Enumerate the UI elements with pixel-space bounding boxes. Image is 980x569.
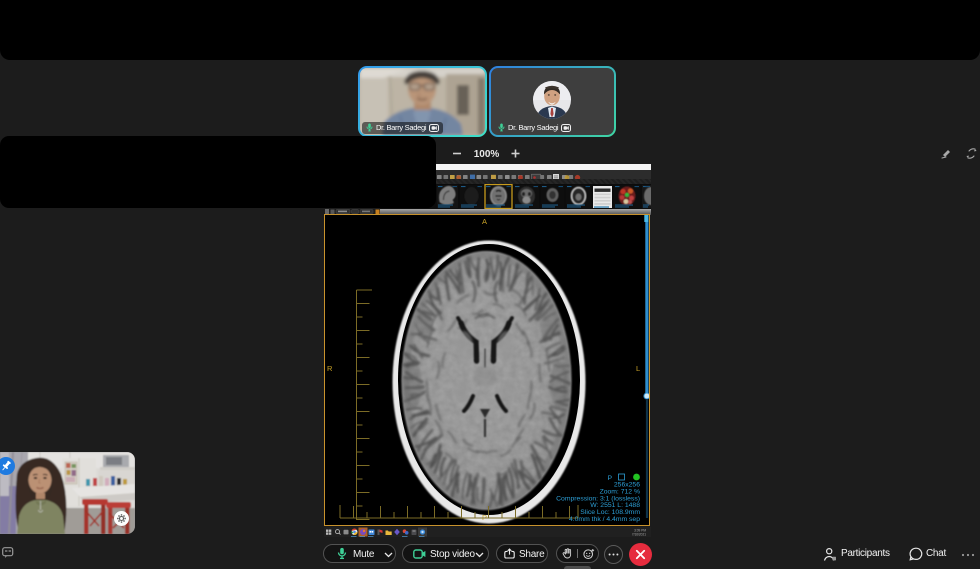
svg-text:L: L xyxy=(636,364,640,373)
svg-text:7/16/2021: 7/16/2021 xyxy=(632,532,646,536)
svg-text:P: P xyxy=(607,475,612,482)
svg-text:100%: 100% xyxy=(474,149,500,160)
svg-text:A: A xyxy=(482,217,487,226)
svg-text:R: R xyxy=(327,364,333,373)
svg-text:4.0mm thk / 4.4mm sep: 4.0mm thk / 4.4mm sep xyxy=(569,516,640,523)
